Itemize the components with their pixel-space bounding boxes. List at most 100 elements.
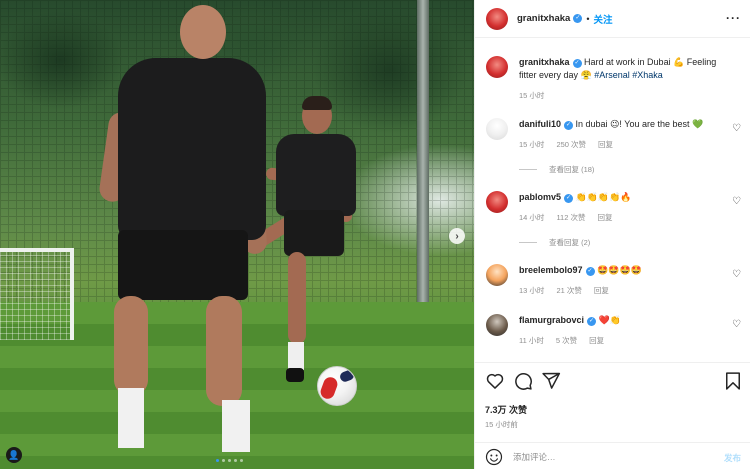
foreground-player-sock-left [118,388,144,448]
comment-like-heart-icon[interactable]: ♡ [732,196,741,207]
carousel-dot [234,459,237,462]
comment-meta: 13 小时 21 次赞 回复 [519,285,719,296]
comment-username[interactable]: breelembolo97 [519,265,583,275]
post-actions: 7.3万 次赞 15 小时前 发布 [475,362,750,469]
comment-bubble-icon[interactable] [513,371,533,391]
post-timestamp[interactable]: 15 小时前 [485,419,518,430]
training-goal [0,248,74,340]
hashtag-xhaka[interactable]: #Xhaka [632,70,663,80]
caption-username[interactable]: granitxhaka [519,57,570,67]
comment-content: In dubai 😉! You are the best 💚 [573,119,704,129]
foreground-player-leg-right [206,296,242,406]
kicking-player-shirt [276,134,356,216]
view-replies-button[interactable]: 查看回复 (18) [519,164,719,175]
caption-body: granitxhaka ✓ Hard at work in Dubai 💪 Fee… [519,56,719,101]
comment-timestamp[interactable]: 14 小时 [519,212,544,223]
comment-text: breelembolo97 ✓ 🤩🤩🤩🤩 [519,264,719,277]
author-avatar[interactable] [486,56,508,78]
comment-text: pablomv5 ✓ 👏👏👏👏🔥 [519,191,719,204]
commenter-avatar[interactable] [486,264,508,286]
view-replies-label: 查看回复 (18) [549,165,595,174]
verified-badge-icon: ✓ [587,317,597,326]
replies-divider [519,169,537,170]
post-photo[interactable]: › 👤 [0,0,474,469]
comment-like-count[interactable]: 112 次赞 [556,212,585,223]
reply-button[interactable]: 回复 [589,335,604,346]
carousel-dot [222,459,225,462]
caption-timestamp[interactable]: 15 小时 [519,90,544,101]
comment-like-count[interactable]: 250 次赞 [556,139,586,150]
comment-like-count[interactable]: 5 次赞 [556,335,577,346]
caption-text: granitxhaka ✓ Hard at work in Dubai 💪 Fee… [519,56,719,82]
emoji-icon[interactable] [485,448,503,466]
action-row [485,371,743,393]
more-options-icon[interactable]: ··· [726,11,741,25]
foreground-player-leg-left [114,296,148,396]
comment-content: 👏👏👏👏🔥 [573,192,632,202]
comment-timestamp[interactable]: 15 小时 [519,139,544,150]
post-comment-button[interactable]: 发布 [724,452,741,464]
next-image-chevron-icon[interactable]: › [449,228,465,244]
carousel-dots [216,459,243,462]
carousel-dot [228,459,231,462]
foreground-player-sock-right [222,400,250,452]
tagged-users-icon[interactable]: 👤 [6,447,22,463]
comment-like-heart-icon[interactable]: ♡ [732,319,741,330]
replies-divider [519,242,537,243]
hashtag-arsenal[interactable]: #Arsenal [594,70,630,80]
share-paper-plane-icon[interactable] [541,371,561,391]
comment-timestamp[interactable]: 13 小时 [519,285,544,296]
post-like-count[interactable]: 7.3万 次赞 [485,403,527,416]
post-caption: granitxhaka ✓ Hard at work in Dubai 💪 Fee… [486,56,744,101]
comment-like-heart-icon[interactable]: ♡ [732,269,741,280]
comment-like-count[interactable]: 21 次赞 [556,285,581,296]
author-avatar[interactable] [486,7,508,30]
comment-meta: 15 小时 250 次赞 回复 [519,139,719,150]
commenter-avatar[interactable] [486,191,508,213]
verified-badge-icon: ✓ [564,194,574,203]
verified-badge-icon: ✓ [564,121,574,130]
author-username[interactable]: granitxhaka [517,13,570,24]
comment-body: danifuli10 ✓ In dubai 😉! You are the best… [519,118,719,175]
carousel-dot [240,459,243,462]
caption-meta: 15 小时 [519,90,719,101]
comment-timestamp[interactable]: 11 小时 [519,335,544,346]
post-side-panel: granitxhaka ✓ • 关注 ··· granitxhaka ✓ Hard… [474,0,750,469]
comment-username[interactable]: flamurgrabovci [519,315,584,325]
comment-item: breelembolo97 ✓ 🤩🤩🤩🤩 13 小时 21 次赞 回复 ♡ [486,264,744,296]
commenter-avatar[interactable] [486,314,508,336]
comment-username[interactable]: pablomv5 [519,192,561,202]
football [317,366,357,406]
comment-body: pablomv5 ✓ 👏👏👏👏🔥 14 小时 112 次赞 回复 查看回复 (2) [519,191,719,248]
comment-item: flamurgrabovci ✓ ❤️👏 11 小时 5 次赞 回复 ♡ [486,314,744,346]
verified-badge-icon: ✓ [573,14,583,23]
reply-button[interactable]: 回复 [597,212,612,223]
comment-input[interactable] [513,451,703,462]
verified-badge-icon: ✓ [585,267,595,276]
comment-text: danifuli10 ✓ In dubai 😉! You are the best… [519,118,719,131]
add-comment-bar: 发布 [475,442,750,469]
comment-item: danifuli10 ✓ In dubai 😉! You are the best… [486,118,744,175]
kicking-player-hair [302,96,332,110]
comment-username[interactable]: danifuli10 [519,119,561,129]
kicking-player-standing-leg [288,252,306,344]
follow-button[interactable]: 关注 [593,12,612,26]
comment-text: flamurgrabovci ✓ ❤️👏 [519,314,719,327]
kicking-player-boot [286,368,304,382]
reply-button[interactable]: 回复 [594,285,609,296]
comment-content: ❤️👏 [596,315,621,325]
verified-badge-icon: ✓ [572,59,582,68]
reply-button[interactable]: 回复 [598,139,613,150]
view-replies-button[interactable]: 查看回复 (2) [519,237,719,248]
post-header: granitxhaka ✓ • 关注 ··· [475,0,750,38]
save-bookmark-icon[interactable] [723,371,743,391]
foreground-player-head [180,5,226,59]
comment-like-heart-icon[interactable]: ♡ [732,123,741,134]
carousel-dot-active [216,459,219,462]
separator-dot: • [586,13,590,24]
like-heart-icon[interactable] [485,371,505,391]
kicking-player-sock [288,342,304,370]
comment-item: pablomv5 ✓ 👏👏👏👏🔥 14 小时 112 次赞 回复 查看回复 (2)… [486,191,744,248]
comment-meta: 11 小时 5 次赞 回复 [519,335,719,346]
commenter-avatar[interactable] [486,118,508,140]
